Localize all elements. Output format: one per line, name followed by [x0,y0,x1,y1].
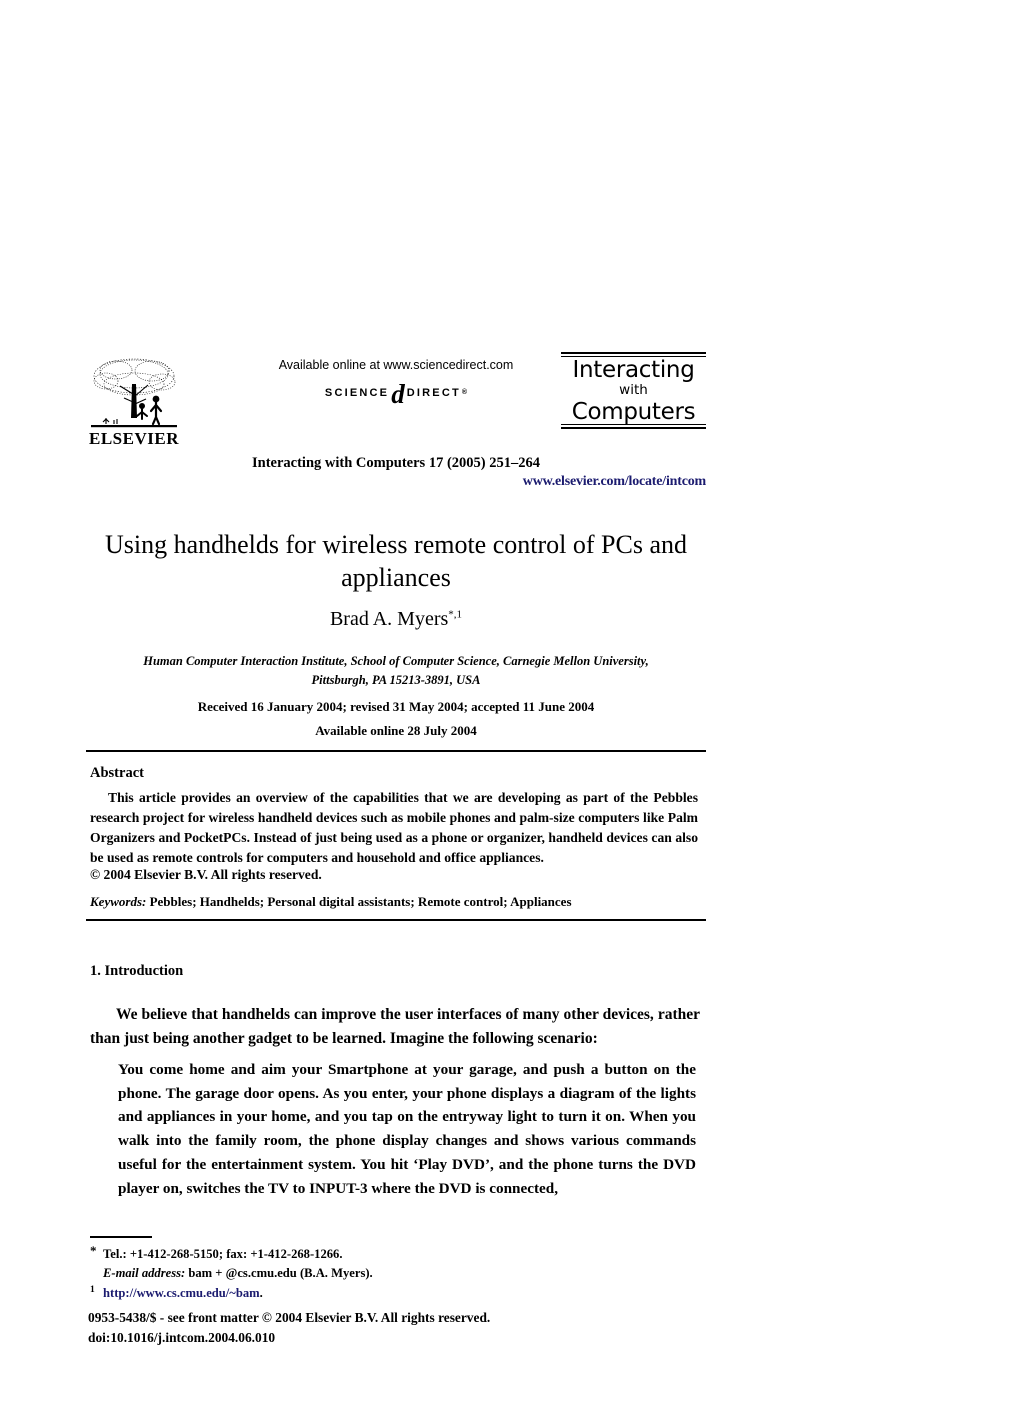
footnote-email-label: E-mail address: [103,1266,186,1281]
article-history-dates: Received 16 January 2004; revised 31 May… [197,699,595,714]
abstract-copyright: © 2004 Elsevier B.V. All rights reserved… [90,867,322,882]
footnote-corresponding-author: * Tel.: +1-412-268-5150; fax: +1-412-268-… [90,1243,650,1264]
journal-url-link[interactable]: www.elsevier.com/locate/intcom [86,474,706,490]
footnote-email: E-mail address: bam + @cs.cmu.edu (B.A. … [90,1264,650,1283]
author-footnote-marker[interactable]: *,1 [448,608,462,620]
footnote-email-value: bam + @cs.cmu.edu (B.A. Myers). [185,1266,373,1281]
colophon: 0953-5438/$ - see front matter © 2004 El… [88,1308,648,1349]
abstract-bottom-rule [86,919,706,921]
elsevier-logo: ELSEVIER [86,354,182,454]
article-available-online: Available online 28 July 2004 [315,723,477,738]
journal-logo: Interacting with Computers [561,352,706,429]
footnote-homepage-period: . [259,1286,263,1301]
elsevier-wordmark: ELSEVIER [89,429,179,448]
sciencedirect-block: Available online at www.sciencedirect.co… [266,358,526,409]
journal-logo-line2: with [619,382,648,399]
journal-logo-line1: Interacting [572,357,695,383]
sciencedirect-word-direct: DIRECT [406,386,461,399]
keywords: Keywords: Pebbles; Handhelds; Personal d… [90,893,698,911]
body-paragraph-1: We believe that handhelds can improve th… [90,1006,700,1048]
footnote-homepage: 1 http://www.cs.cmu.edu/~bam. [90,1283,650,1303]
abstract-heading: Abstract [90,765,144,781]
page-title: Using handhelds for wireless remote cont… [104,530,687,593]
author-name-text: Brad A. Myers [329,608,449,630]
abstract-body: This article provides an overview of the… [90,788,698,867]
journal-logo-line3: Computers [571,398,696,425]
sciencedirect-word-science: SCIENCE [324,386,390,399]
affiliation-line-1: Human Computer Interaction Institute, Sc… [143,654,649,668]
author-affiliation: Human Computer Interaction Institute, Sc… [126,652,666,689]
keywords-value: Pebbles; Handhelds; Personal digital ass… [146,894,572,909]
section-heading-introduction: 1. Introduction [90,963,184,979]
colophon-issn-line: 0953-5438/$ - see front matter © 2004 El… [88,1310,491,1325]
sciencedirect-logo: SCIENCE d DIRECT ® [266,379,526,409]
masthead: ELSEVIER Available online at www.science… [86,352,706,462]
affiliation-line-2: Pittsburgh, PA 15213-3891, USA [311,672,481,687]
body-scenario-quote: You come home and aim your Smartphone at… [118,1061,696,1197]
available-online-text: Available online at www.sciencedirect.co… [278,358,514,372]
footnotes: * Tel.: +1-412-268-5150; fax: +1-412-268-… [90,1243,650,1304]
footnote-separator-rule [90,1236,152,1238]
footnote-tel-fax: Tel.: +1-412-268-5150; fax: +1-412-268-1… [103,1247,343,1261]
sciencedirect-d-icon: d [391,379,405,409]
paper-first-page: ELSEVIER Available online at www.science… [0,0,1020,1403]
elsevier-tree-icon [91,358,177,428]
colophon-doi-line: doi:10.1016/j.intcom.2004.06.010 [88,1330,276,1346]
abstract-body-text: This article provides an overview of the… [90,790,698,865]
author-name: Brad A. Myers*,1 [86,608,706,631]
footnote-one-marker: 1 [90,1285,95,1296]
abstract-top-rule [86,750,706,752]
footnote-homepage-link[interactable]: http://www.cs.cmu.edu/~bam [103,1286,260,1300]
footnote-star-marker: * [90,1243,97,1258]
keywords-label: Keywords: [90,894,147,909]
journal-citation: Interacting with Computers 17 (2005) 251… [252,455,540,471]
registered-mark-icon: ® [461,389,468,397]
